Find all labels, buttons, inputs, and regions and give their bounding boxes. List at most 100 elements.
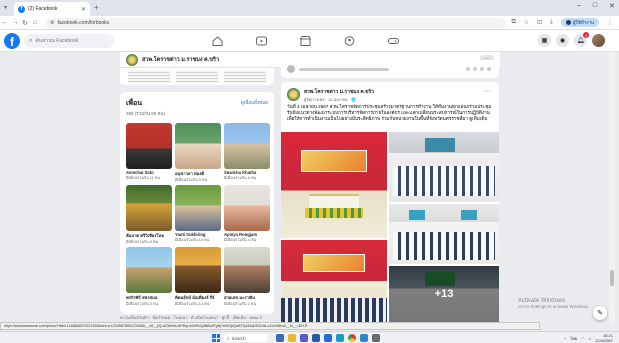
site-info-icon[interactable]: ⚙ bbox=[50, 20, 54, 26]
minimize-icon[interactable]: – bbox=[577, 2, 581, 10]
messenger-icon[interactable]: ◉ bbox=[556, 34, 569, 47]
audience bbox=[281, 298, 387, 322]
taskbar-search[interactable]: ⌕ Search bbox=[224, 334, 268, 342]
gif-icon[interactable] bbox=[480, 67, 484, 71]
account-avatar[interactable] bbox=[592, 34, 605, 47]
gallery-photo[interactable] bbox=[281, 240, 387, 322]
widgets-icon[interactable] bbox=[276, 334, 284, 342]
menu-grid-icon[interactable]: ▦ bbox=[538, 34, 551, 47]
screen bbox=[461, 210, 477, 220]
browser-menu-icon[interactable]: ⋮ bbox=[607, 19, 613, 26]
chevron-up-icon[interactable]: ^ bbox=[564, 336, 566, 341]
see-all-friends-link[interactable]: ดูเพื่อนทั้งหมด bbox=[241, 99, 268, 106]
browser-tab[interactable]: f (2) Facebook ✕ bbox=[14, 2, 90, 16]
friend-name[interactable]: สวยเลข มะราฆิน bbox=[224, 294, 270, 301]
photo-thumb[interactable] bbox=[224, 70, 266, 83]
tab-close-icon[interactable]: ✕ bbox=[81, 6, 86, 13]
friend-tile[interactable]: สวยเลข มะราฆิน มีเพื่อนร่วมกัน 2 คน bbox=[224, 247, 270, 307]
friend-tile[interactable]: สัมมาต ศรีวิเชียรโคม มีเพื่อนร่วมกัน 8 ค… bbox=[126, 185, 172, 245]
friend-tile[interactable]: Somchai Sato มีเพื่อนร่วมกัน 11 คน bbox=[126, 123, 172, 183]
friend-name[interactable]: สัมมาต ศรีวิเชียรโคม bbox=[126, 232, 172, 239]
home-icon[interactable] bbox=[210, 34, 224, 48]
video-icon[interactable] bbox=[254, 34, 268, 48]
post-options-icon[interactable]: ··· bbox=[484, 88, 491, 95]
new-message-icon[interactable]: ✎ bbox=[593, 306, 607, 320]
friend-photo[interactable] bbox=[175, 185, 221, 231]
gallery-photo[interactable]: +13 bbox=[389, 266, 499, 322]
url-field[interactable]: ⚙ facebook.com/forbooks bbox=[46, 18, 506, 28]
chrome-icon[interactable] bbox=[348, 334, 356, 342]
friend-name[interactable]: อนุชาวลา ทองดี bbox=[175, 170, 221, 177]
store-icon[interactable] bbox=[312, 334, 320, 342]
friend-tile[interactable]: คิดมยักษ์ ม้อเที่ยงจ์ รี่จ์ มีเพื่อนร่วม… bbox=[175, 247, 221, 307]
friend-tile[interactable]: อนุชาวลา ทองดี มีเพื่อนร่วมกัน 9 คน bbox=[175, 123, 221, 183]
taskbar-clock[interactable]: 15:21 12/4/2567 bbox=[595, 333, 613, 343]
see-more-link[interactable]: ดูเพิ่มเติม bbox=[469, 116, 487, 121]
windows-start-icon[interactable] bbox=[212, 334, 220, 342]
photos-icon[interactable] bbox=[360, 334, 368, 342]
friend-photo[interactable] bbox=[175, 123, 221, 169]
gaming-icon[interactable] bbox=[386, 34, 400, 48]
camera-icon[interactable] bbox=[473, 67, 477, 71]
gallery-photo[interactable] bbox=[389, 204, 499, 264]
profile-label: ผู้ใช้ทำงาน bbox=[572, 20, 594, 25]
friend-photo[interactable] bbox=[175, 247, 221, 293]
friend-photo[interactable] bbox=[224, 185, 270, 231]
profile-button[interactable]: ผู้ใช้ทำงาน bbox=[560, 18, 599, 27]
activate-subtitle: Go to Settings to activate Windows. bbox=[517, 304, 589, 309]
wifi-icon[interactable]: ◠ bbox=[581, 336, 585, 341]
bookmark-star-icon[interactable]: ☆ bbox=[524, 19, 529, 26]
forward-icon[interactable]: → bbox=[10, 19, 20, 26]
gallery-photo[interactable] bbox=[389, 132, 499, 202]
groups-icon[interactable] bbox=[342, 34, 356, 48]
translate-icon[interactable]: ⧉ bbox=[511, 19, 515, 26]
post-author[interactable]: สวพ.โคราชต่าว ม.ราชมง ค.ขริว bbox=[304, 88, 374, 96]
friend-name[interactable]: พรกิรพิร์ สหรสมล bbox=[126, 294, 172, 301]
friend-tile[interactable]: Yaoti Sukhiring มีเพื่อนร่วมกัน 10 คน bbox=[175, 185, 221, 245]
photo-thumb[interactable] bbox=[176, 70, 218, 83]
facebook-logo-icon[interactable]: f bbox=[4, 33, 20, 49]
friend-tile[interactable]: Apinya Rongjam มีเพื่อนร่วมกัน 4 คน bbox=[224, 185, 270, 245]
notifications-bell-icon[interactable]: 🔔︎ 3 bbox=[574, 32, 589, 47]
tab-search-icon[interactable]: ▾ bbox=[4, 4, 7, 11]
friend-photo[interactable] bbox=[126, 123, 172, 169]
more-photos-count[interactable]: +13 bbox=[389, 266, 499, 322]
home-browser-icon[interactable]: ⌂ bbox=[30, 19, 40, 26]
page-name[interactable]: สวพ.โคราชต่าว ม.ราชมง ค.ขริว bbox=[142, 56, 219, 64]
scrollbar-thumb[interactable] bbox=[610, 270, 614, 286]
edge-icon[interactable] bbox=[336, 334, 344, 342]
friend-photo[interactable] bbox=[224, 247, 270, 293]
comment-tools bbox=[466, 67, 491, 71]
word-icon[interactable] bbox=[324, 334, 332, 342]
friend-name[interactable]: คิดมยักษ์ ม้อเที่ยงจ์ รี่จ์ bbox=[175, 294, 221, 301]
friend-photo[interactable] bbox=[224, 123, 270, 169]
friend-photo[interactable] bbox=[126, 247, 172, 293]
language-indicator[interactable]: ไทย bbox=[570, 335, 577, 342]
friend-tile[interactable]: พรกิรพิร์ สหรสมล มีเพื่อนร่วมกัน 3 คน bbox=[126, 247, 172, 307]
gallery-photo[interactable] bbox=[281, 132, 387, 238]
friend-tile[interactable]: Suwicha Khatha มีเพื่อนร่วมกัน 6 คน bbox=[224, 123, 270, 183]
page-scrollbar[interactable] bbox=[609, 52, 615, 324]
post-author-avatar[interactable] bbox=[287, 88, 300, 101]
search-input[interactable] bbox=[35, 38, 106, 44]
teams-icon[interactable] bbox=[300, 334, 308, 342]
comment-placeholder-line[interactable] bbox=[299, 67, 389, 71]
close-window-icon[interactable]: ✕ bbox=[609, 2, 615, 10]
friend-photo[interactable] bbox=[126, 185, 172, 231]
settings-icon[interactable] bbox=[372, 334, 380, 342]
post-meta[interactable]: ผู้จัดการเพจ · 12 เมษายน · 🌐 bbox=[304, 96, 374, 103]
marketplace-icon[interactable] bbox=[298, 34, 312, 48]
photo-thumb[interactable] bbox=[128, 70, 170, 83]
sticker-icon[interactable] bbox=[487, 67, 491, 71]
extensions-icon[interactable]: ⊡ bbox=[537, 19, 542, 26]
page-footer-links[interactable]: ความเป็นส่วนตัว · ข้อกำหนด · โฆษณา · ตัว… bbox=[120, 315, 274, 320]
download-icon[interactable]: ⤓ bbox=[550, 19, 553, 26]
file-explorer-icon[interactable] bbox=[288, 334, 296, 342]
maximize-icon[interactable]: □ bbox=[593, 2, 597, 10]
facebook-search-box[interactable]: ⌕ bbox=[24, 34, 114, 48]
back-icon[interactable]: ← bbox=[0, 19, 10, 26]
reload-icon[interactable]: ↻ bbox=[20, 19, 30, 27]
volume-icon[interactable]: ◖ bbox=[589, 336, 591, 341]
emoji-icon[interactable] bbox=[466, 67, 470, 71]
new-tab-icon[interactable]: + bbox=[94, 3, 99, 12]
